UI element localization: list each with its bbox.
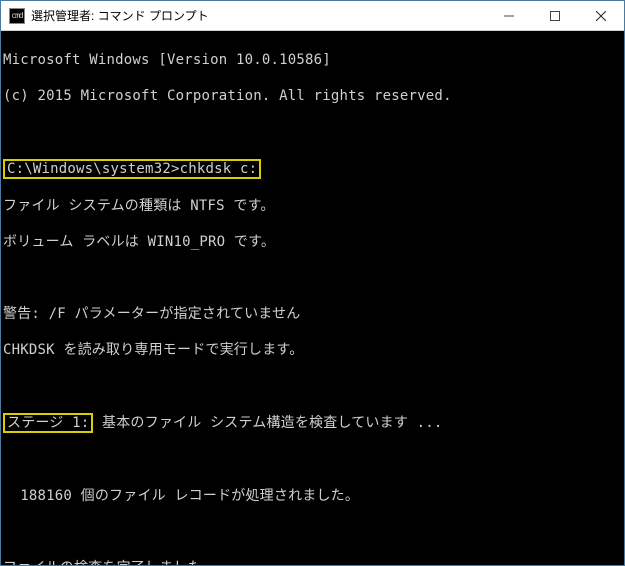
maximize-icon: [550, 11, 560, 21]
highlight-command: C:\Windows\system32>chkdsk c:: [3, 159, 261, 179]
cmd-window: cmd 選択管理者: コマンド プロンプト Microsoft Windows …: [0, 0, 625, 566]
highlight-stage1: ステージ 1:: [3, 413, 93, 433]
output-line: CHKDSK を読み取り専用モードで実行します。: [3, 341, 624, 359]
output-line: ファイルの検査を完了しました。: [3, 559, 624, 565]
output-line: 警告: /F パラメーターが指定されていません: [3, 305, 624, 323]
output-line: ボリューム ラベルは WIN10_PRO です。: [3, 233, 624, 251]
blank-line: [3, 123, 624, 141]
stage1-text: 基本のファイル システム構造を検査しています ...: [93, 414, 442, 432]
stage-line: ステージ 1: 基本のファイル システム構造を検査しています ...: [3, 413, 624, 433]
maximize-button[interactable]: [532, 1, 578, 30]
minimize-icon: [504, 11, 514, 21]
blank-line: [3, 269, 624, 287]
cmd-icon: cmd: [9, 8, 25, 24]
minimize-button[interactable]: [486, 1, 532, 30]
output-line: ファイル システムの種類は NTFS です。: [3, 197, 624, 215]
output-line: 188160 個のファイル レコードが処理されました。: [3, 487, 624, 505]
window-buttons: [486, 1, 624, 30]
terminal-output[interactable]: Microsoft Windows [Version 10.0.10586] (…: [1, 31, 624, 565]
command-line: C:\Windows\system32>chkdsk c:: [3, 159, 624, 179]
close-button[interactable]: [578, 1, 624, 30]
output-line: (c) 2015 Microsoft Corporation. All righ…: [3, 87, 624, 105]
output-line: Microsoft Windows [Version 10.0.10586]: [3, 51, 624, 69]
blank-line: [3, 523, 624, 541]
close-icon: [596, 11, 606, 21]
window-title: 選択管理者: コマンド プロンプト: [31, 7, 486, 24]
cmd-icon-label: cmd: [11, 11, 22, 20]
blank-line: [3, 377, 624, 395]
titlebar[interactable]: cmd 選択管理者: コマンド プロンプト: [1, 1, 624, 31]
blank-line: [3, 451, 624, 469]
